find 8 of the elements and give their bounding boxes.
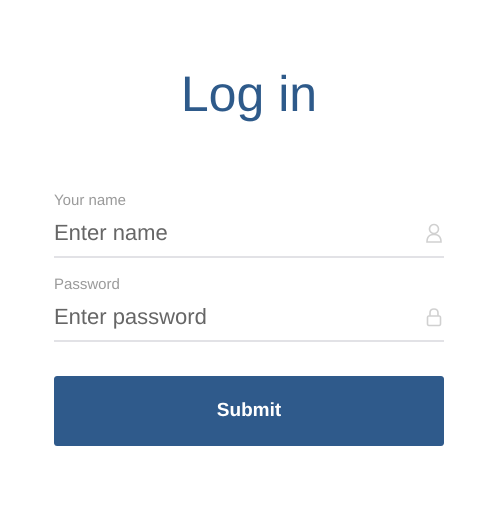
submit-button[interactable]: Submit [54,376,444,446]
page-title: Log in [180,65,318,124]
input-field[interactable]: Enter password [54,300,444,342]
lock-icon [426,307,442,327]
user-icon [426,223,442,243]
input-field[interactable]: Enter name [54,216,444,258]
field-label: Password [54,276,120,294]
field-label: Your name [54,192,126,210]
